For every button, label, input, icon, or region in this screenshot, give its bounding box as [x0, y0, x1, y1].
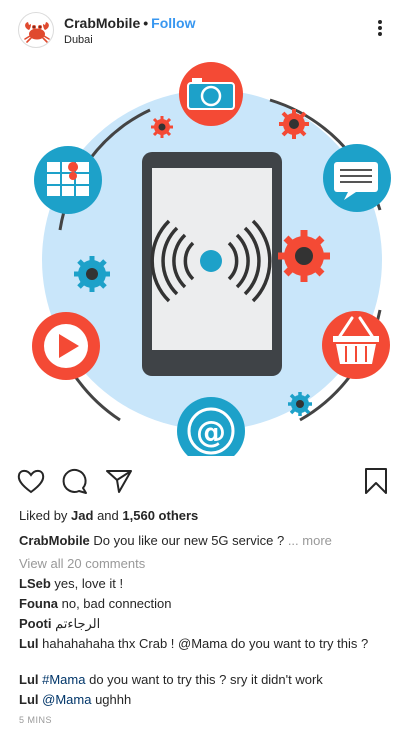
comment-username[interactable]: LSeb	[19, 576, 51, 591]
comment-text: الرجاءتم	[55, 616, 101, 631]
comment-item: Lul @Mama ughhh	[19, 692, 384, 708]
post-image[interactable]: @	[0, 60, 402, 456]
svg-text:@: @	[196, 415, 226, 450]
comment-username[interactable]: Lul	[19, 672, 39, 687]
play-icon	[32, 312, 100, 380]
comment-username[interactable]: Lul	[19, 692, 39, 707]
gear-icon	[151, 116, 173, 138]
avatar[interactable]	[18, 12, 54, 48]
comment-text: yes, love it !	[54, 576, 124, 591]
smartphone-icon	[142, 152, 282, 376]
comment-text: ughhh	[95, 692, 132, 707]
separator-dot: •	[143, 15, 149, 31]
comment-item: Founa no, bad connection	[19, 596, 384, 612]
chat-icon	[323, 144, 391, 212]
send-icon[interactable]	[104, 466, 134, 496]
crab-logo-icon	[24, 22, 50, 43]
shopping-basket-icon	[322, 311, 390, 379]
post-timestamp: 5 MINS	[19, 715, 53, 725]
camera-icon	[179, 62, 243, 126]
gear-icon	[279, 109, 309, 139]
comment-username[interactable]: Founa	[19, 596, 58, 611]
bookmark-icon[interactable]	[361, 466, 391, 496]
comment-username[interactable]: Pooti	[19, 616, 52, 631]
5g-illustration: @	[32, 62, 391, 456]
likes-others[interactable]: 1,560 others	[122, 508, 198, 523]
hashtag-link[interactable]: #Mama	[42, 672, 85, 687]
comment-item: Lul #Mama do you want to try this ? sry …	[19, 672, 384, 688]
follow-button[interactable]: Follow	[151, 15, 195, 31]
comment-item: Lul hahahahaha thx Crab ! @Mama do you w…	[19, 636, 384, 652]
heart-icon[interactable]	[16, 466, 46, 496]
comment-text: no, bad connection	[61, 596, 172, 611]
comment-text: do you want to try this ? sry it didn't …	[89, 672, 323, 687]
comment-item: Pooti الرجاءتم	[19, 616, 384, 632]
view-all-comments-link[interactable]: View all 20 comments	[19, 556, 145, 571]
caption-username[interactable]: CrabMobile	[19, 533, 90, 548]
likes-and: and	[97, 508, 119, 523]
likes-summary[interactable]: Liked by Jad and 1,560 others	[19, 508, 198, 523]
more-vertical-icon[interactable]	[372, 18, 388, 40]
comment-text: hahahahaha thx Crab ! @Mama do you want …	[42, 636, 369, 651]
caption-more-link[interactable]: ... more	[288, 533, 332, 548]
gear-icon	[288, 392, 312, 416]
action-bar	[0, 460, 402, 502]
username[interactable]: CrabMobile	[64, 15, 140, 31]
caption: CrabMobile Do you like our new 5G servic…	[19, 533, 332, 548]
caption-text: Do you like our new 5G service ?	[93, 533, 285, 548]
comment-item: LSeb yes, love it !	[19, 576, 384, 592]
likes-user[interactable]: Jad	[71, 508, 93, 523]
gear-icon	[74, 256, 110, 292]
comment-icon[interactable]	[60, 466, 90, 496]
map-icon	[34, 146, 102, 214]
post-header: CrabMobile • Follow Dubai	[0, 0, 402, 60]
location-label[interactable]: Dubai	[64, 34, 195, 46]
comment-username[interactable]: Lul	[19, 636, 39, 651]
likes-prefix: Liked by	[19, 508, 68, 523]
mention-link[interactable]: @Mama	[42, 692, 91, 707]
